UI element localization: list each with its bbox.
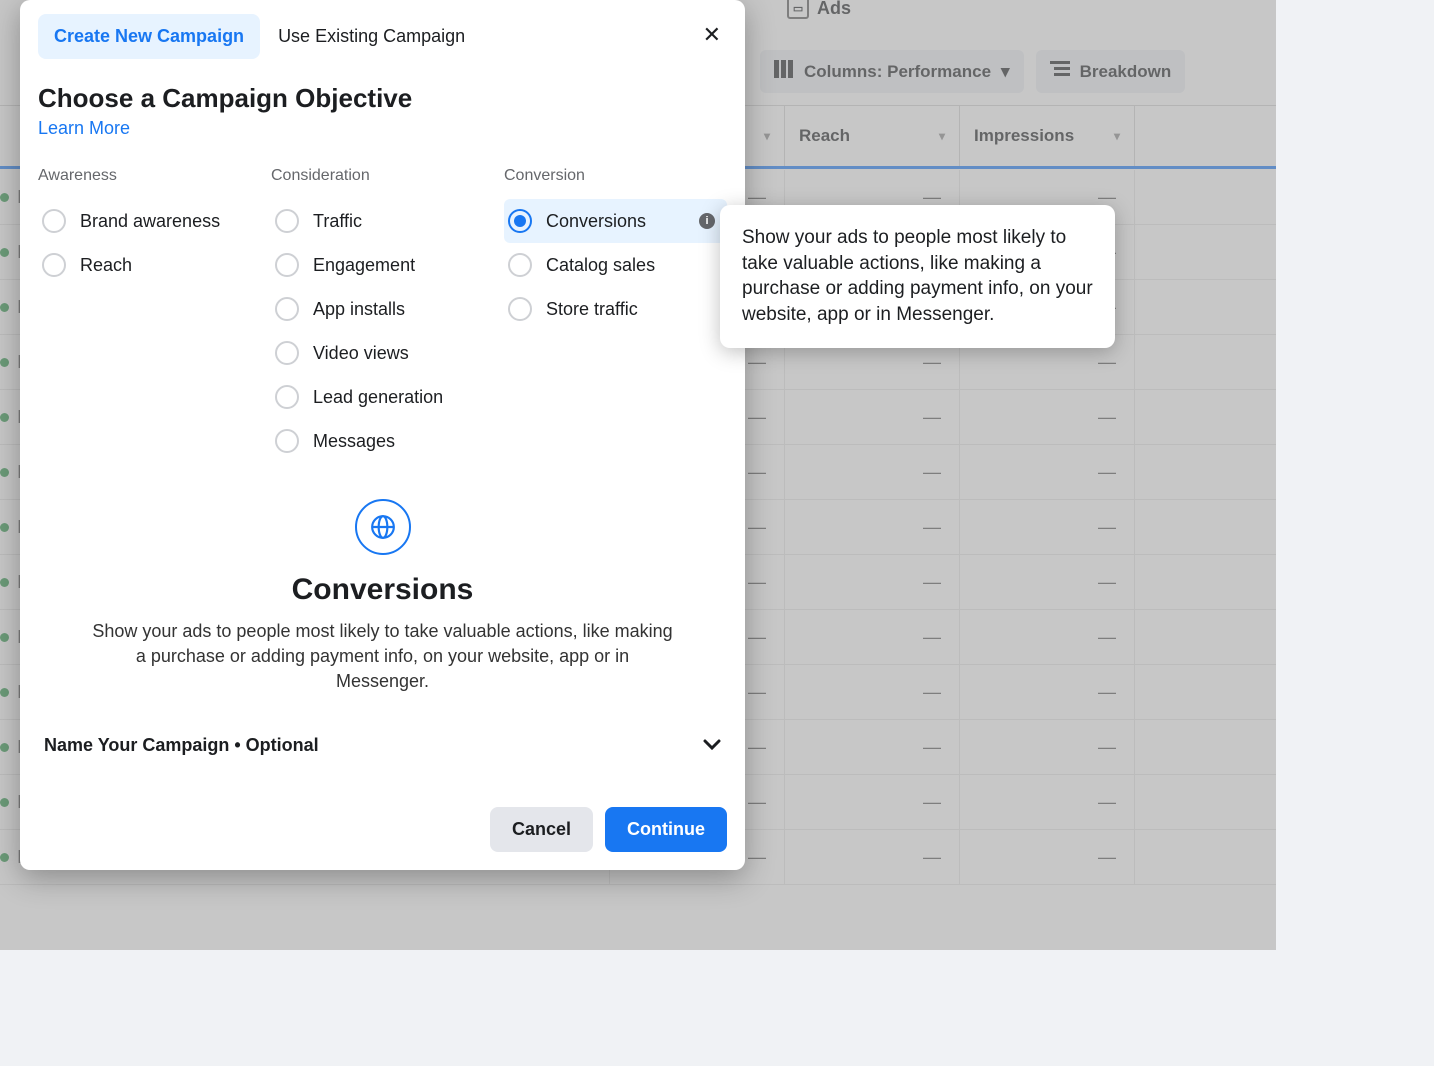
learn-more-link[interactable]: Learn More xyxy=(38,118,727,139)
close-icon[interactable]: ✕ xyxy=(703,22,721,48)
objective-label: Traffic xyxy=(313,211,362,232)
radio-icon xyxy=(275,429,299,453)
awareness-column: Awareness Brand awareness Reach xyxy=(38,167,261,463)
chevron-down-icon xyxy=(703,735,721,756)
objective-label: Engagement xyxy=(313,255,415,276)
objective-label: Conversions xyxy=(546,211,646,232)
create-campaign-modal: Create New Campaign Use Existing Campaig… xyxy=(20,0,745,870)
name-campaign-toggle[interactable]: Name Your Campaign • Optional xyxy=(38,735,727,756)
objective-brand-awareness[interactable]: Brand awareness xyxy=(38,199,261,243)
objective-catalog-sales[interactable]: Catalog sales xyxy=(504,243,727,287)
awareness-title: Awareness xyxy=(38,167,261,185)
radio-icon xyxy=(275,253,299,277)
objective-conversions[interactable]: Conversions i xyxy=(504,199,727,243)
objective-reach[interactable]: Reach xyxy=(38,243,261,287)
modal-title: Choose a Campaign Objective xyxy=(38,83,727,114)
objective-messages[interactable]: Messages xyxy=(271,419,494,463)
info-icon[interactable]: i xyxy=(699,213,715,229)
name-campaign-label: Name Your Campaign • Optional xyxy=(44,735,319,756)
radio-icon xyxy=(508,209,532,233)
objective-tooltip: Show your ads to people most likely to t… xyxy=(720,205,1115,348)
objective-label: Reach xyxy=(80,255,132,276)
consideration-title: Consideration xyxy=(271,167,494,185)
radio-icon xyxy=(275,341,299,365)
radio-icon xyxy=(275,385,299,409)
radio-icon xyxy=(275,209,299,233)
objective-lead-generation[interactable]: Lead generation xyxy=(271,375,494,419)
objective-label: Messages xyxy=(313,431,395,452)
objective-label: App installs xyxy=(313,299,405,320)
objective-video-views[interactable]: Video views xyxy=(271,331,494,375)
radio-icon xyxy=(275,297,299,321)
continue-button[interactable]: Continue xyxy=(605,807,727,852)
objective-store-traffic[interactable]: Store traffic xyxy=(504,287,727,331)
objective-app-installs[interactable]: App installs xyxy=(271,287,494,331)
objective-engagement[interactable]: Engagement xyxy=(271,243,494,287)
objective-label: Video views xyxy=(313,343,409,364)
tab-use-existing-campaign[interactable]: Use Existing Campaign xyxy=(278,26,465,47)
objective-label: Brand awareness xyxy=(80,211,220,232)
globe-icon xyxy=(355,499,411,555)
tab-create-new-campaign[interactable]: Create New Campaign xyxy=(38,14,260,59)
objective-label: Lead generation xyxy=(313,387,443,408)
objective-detail: Conversions Show your ads to people most… xyxy=(38,499,727,695)
objective-detail-description: Show your ads to people most likely to t… xyxy=(88,619,677,695)
objective-traffic[interactable]: Traffic xyxy=(271,199,494,243)
cancel-button[interactable]: Cancel xyxy=(490,807,593,852)
objectives-grid: Awareness Brand awareness Reach Considera… xyxy=(38,167,727,463)
radio-icon xyxy=(508,297,532,321)
radio-icon xyxy=(42,253,66,277)
radio-icon xyxy=(508,253,532,277)
objective-label: Store traffic xyxy=(546,299,638,320)
radio-icon xyxy=(42,209,66,233)
modal-footer: Cancel Continue xyxy=(38,787,727,852)
consideration-column: Consideration Traffic Engagement App insta… xyxy=(271,167,494,463)
objective-label: Catalog sales xyxy=(546,255,655,276)
conversion-title: Conversion xyxy=(504,167,727,185)
conversion-column: Conversion Conversions i Catalog sales Stor… xyxy=(504,167,727,463)
objective-detail-title: Conversions xyxy=(88,573,677,607)
